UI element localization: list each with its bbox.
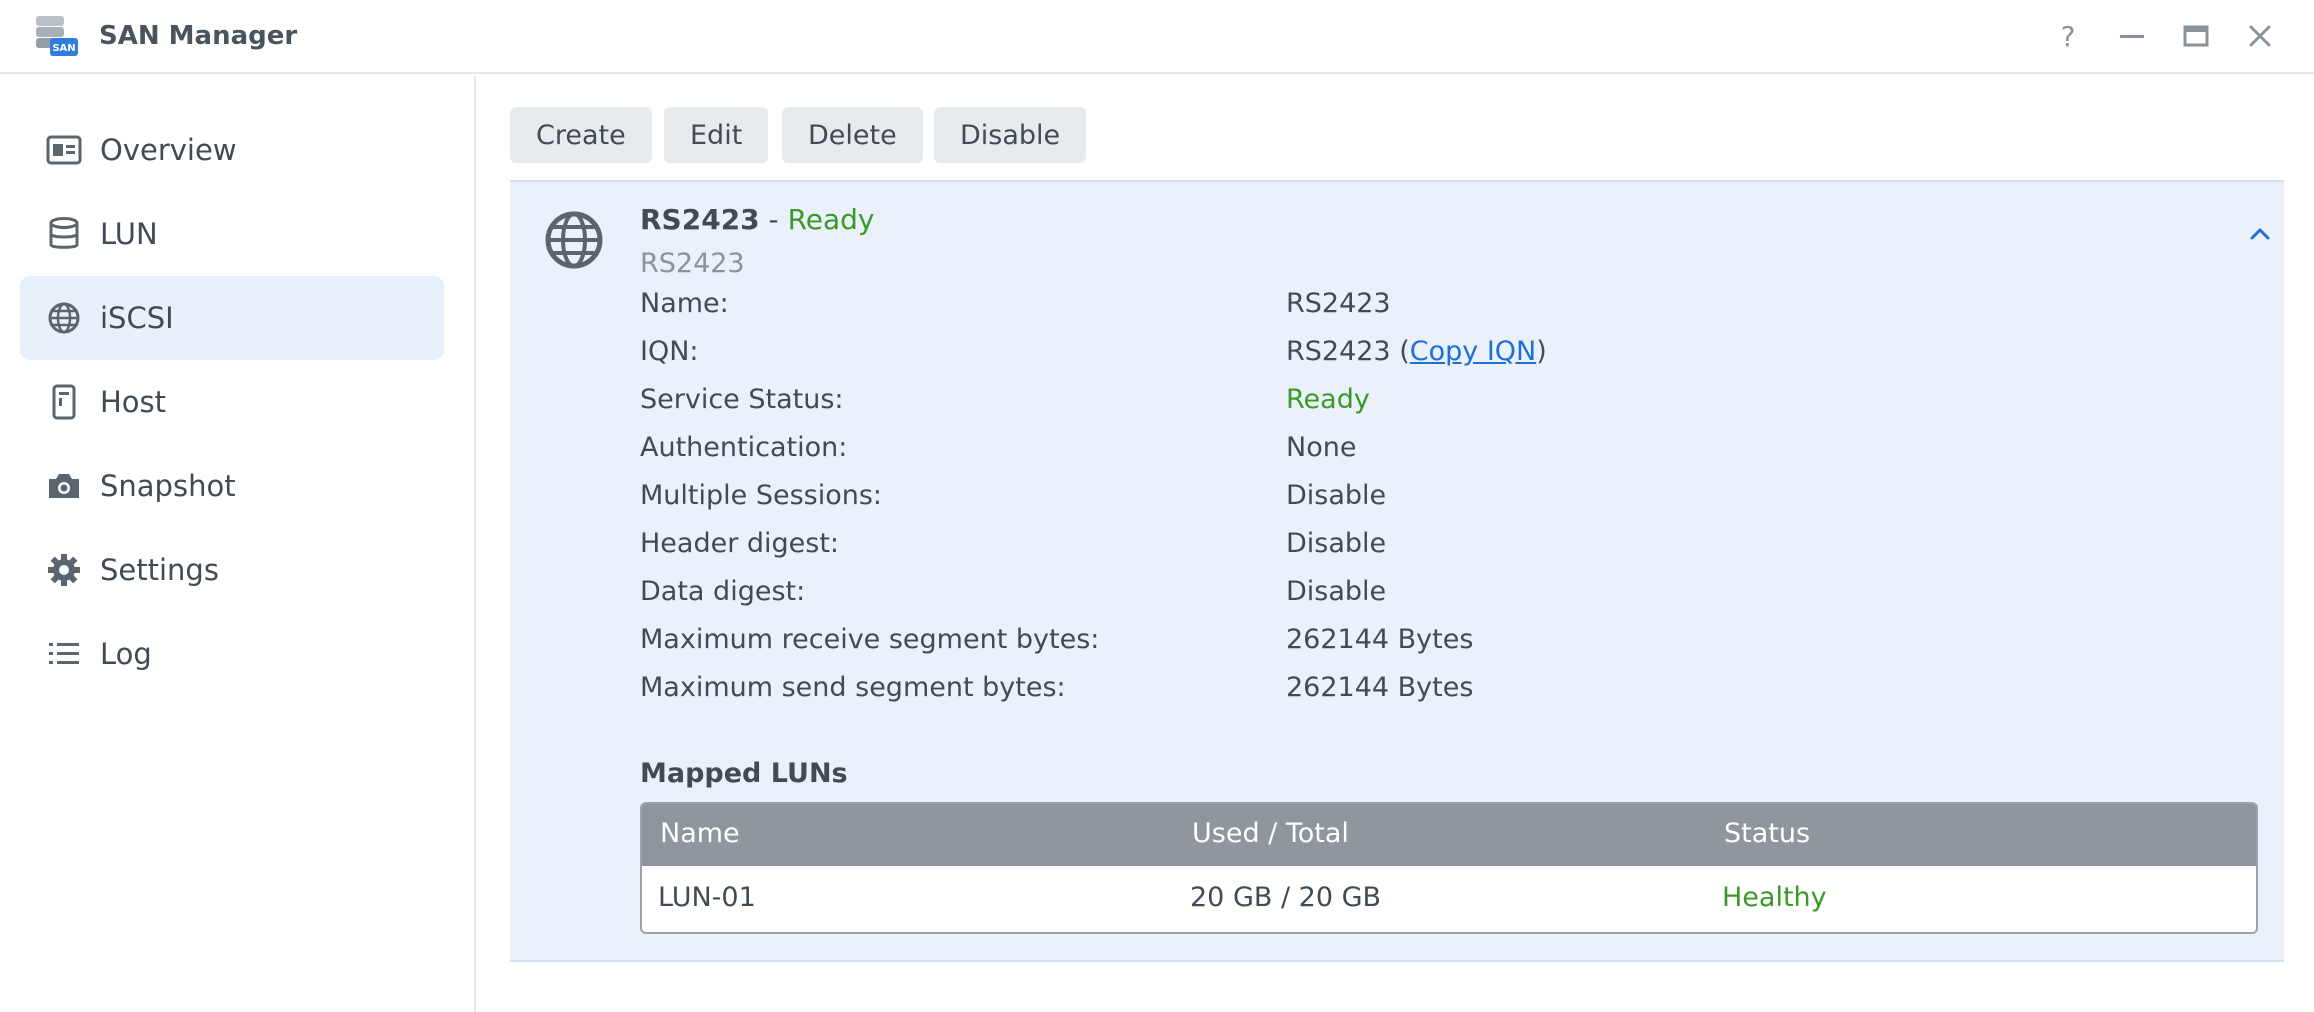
overview-icon xyxy=(46,132,82,168)
property-value: Disable xyxy=(1286,528,1387,559)
delete-button[interactable]: Delete xyxy=(782,107,923,163)
sidebar-item-label: Host xyxy=(100,385,167,419)
sidebar-item-label: Snapshot xyxy=(100,469,236,503)
service-status-value: Ready xyxy=(1286,384,1370,415)
close-icon xyxy=(2249,25,2271,47)
sidebar-item-label: iSCSI xyxy=(100,301,174,335)
sidebar-item-lun[interactable]: LUN xyxy=(20,192,444,276)
property-label: Maximum receive segment bytes: xyxy=(640,624,1100,655)
sidebar-item-label: Overview xyxy=(100,133,237,167)
title-separator: - xyxy=(759,203,788,236)
sidebar-item-label: LUN xyxy=(100,217,158,251)
collapse-button[interactable] xyxy=(2244,218,2276,250)
maximize-button[interactable] xyxy=(2176,16,2216,56)
property-label: Data digest: xyxy=(640,576,806,607)
target-title: RS2423 - Ready xyxy=(640,200,875,240)
property-value: Disable xyxy=(1286,576,1387,607)
iqn-value: RS2423 (Copy IQN) xyxy=(1286,336,1547,367)
edit-button[interactable]: Edit xyxy=(664,107,769,163)
create-button[interactable]: Create xyxy=(510,107,652,163)
mapped-luns-table: Name Used / Total Status LUN-01 20 GB / … xyxy=(640,802,2258,934)
app-title: SAN Manager xyxy=(99,21,298,51)
lun-status-cell: Healthy xyxy=(1722,882,1827,913)
lun-usage-cell: 20 GB / 20 GB xyxy=(1190,882,1382,913)
sidebar-item-label: Log xyxy=(100,637,152,671)
globe-icon xyxy=(545,211,603,269)
sidebar: Overview LUN iSCSI Host Snapshot Setting… xyxy=(0,76,476,1012)
iscsi-target-panel[interactable]: RS2423 - Ready RS2423 Name: RS2423 IQN: … xyxy=(510,180,2284,962)
sidebar-item-log[interactable]: Log xyxy=(20,612,444,696)
property-label: Name: xyxy=(640,288,729,319)
maximize-icon xyxy=(2183,25,2209,47)
column-header-usage[interactable]: Used / Total xyxy=(1192,814,1349,854)
property-value: 262144 Bytes xyxy=(1286,624,1474,655)
help-icon: ? xyxy=(2060,19,2076,53)
lun-name-cell: LUN-01 xyxy=(658,882,756,913)
sidebar-item-overview[interactable]: Overview xyxy=(20,108,444,192)
minimize-button[interactable] xyxy=(2112,16,2152,56)
svg-text:SAN: SAN xyxy=(52,43,75,54)
minimize-icon xyxy=(2120,35,2144,38)
chevron-up-icon xyxy=(2250,228,2270,240)
camera-icon xyxy=(46,468,82,504)
property-label: Header digest: xyxy=(640,528,840,559)
property-label: Multiple Sessions: xyxy=(640,480,883,511)
title-bar: SAN SAN Manager ? xyxy=(0,0,2314,74)
san-manager-app-icon: SAN xyxy=(36,16,78,56)
target-subtitle: RS2423 xyxy=(640,248,745,279)
property-label: Service Status: xyxy=(640,384,844,415)
sidebar-item-label: Settings xyxy=(100,553,219,587)
property-label: Authentication: xyxy=(640,432,848,463)
copy-iqn-link[interactable]: Copy IQN xyxy=(1410,336,1536,367)
list-icon xyxy=(46,636,82,672)
column-header-name[interactable]: Name xyxy=(660,814,740,854)
property-label: Maximum send segment bytes: xyxy=(640,672,1066,703)
table-header: Name Used / Total Status xyxy=(642,804,2256,866)
sidebar-item-settings[interactable]: Settings xyxy=(20,528,444,612)
property-value: None xyxy=(1286,432,1357,463)
sidebar-item-iscsi[interactable]: iSCSI xyxy=(20,276,444,360)
help-button[interactable]: ? xyxy=(2048,16,2088,56)
database-icon xyxy=(46,216,82,252)
iqn-text: RS2423 xyxy=(1286,336,1391,367)
main-content: Create Edit Delete Disable RS2423 - Read… xyxy=(478,76,2314,1012)
close-button[interactable] xyxy=(2240,16,2280,56)
target-name: RS2423 xyxy=(640,203,760,236)
target-status: Ready xyxy=(787,203,875,236)
property-value: RS2423 xyxy=(1286,288,1391,319)
property-value: Disable xyxy=(1286,480,1387,511)
host-icon xyxy=(46,384,82,420)
property-value: 262144 Bytes xyxy=(1286,672,1474,703)
sidebar-item-host[interactable]: Host xyxy=(20,360,444,444)
disable-button[interactable]: Disable xyxy=(934,107,1087,163)
sidebar-item-snapshot[interactable]: Snapshot xyxy=(20,444,444,528)
san-manager-window: SAN SAN Manager ? Overview LUN iSCSI Hos… xyxy=(0,0,2314,1012)
column-header-status[interactable]: Status xyxy=(1724,814,1810,854)
gear-icon xyxy=(46,552,82,588)
mapped-luns-title: Mapped LUNs xyxy=(640,758,848,789)
globe-icon xyxy=(46,300,82,336)
table-row[interactable]: LUN-01 20 GB / 20 GB Healthy xyxy=(642,866,2256,932)
property-label: IQN: xyxy=(640,336,699,367)
